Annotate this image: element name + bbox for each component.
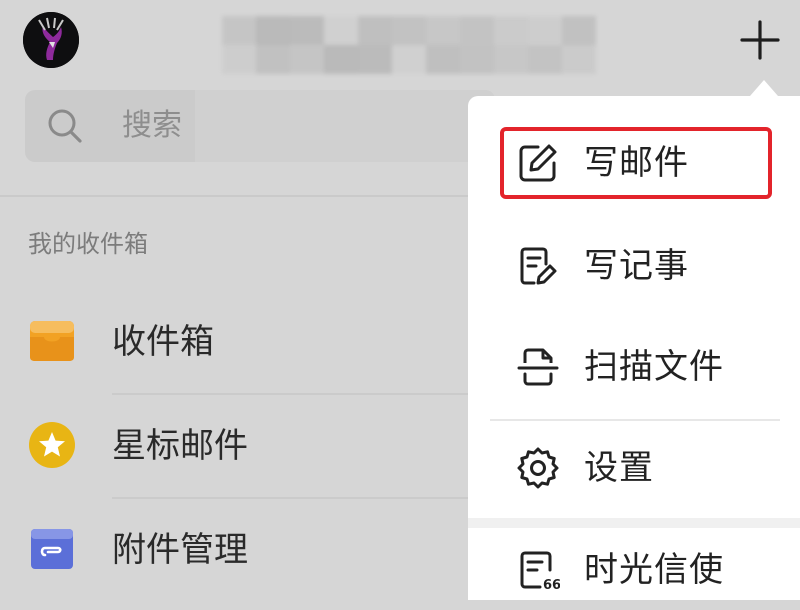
search-placeholder: 搜索 [122,108,182,143]
highlight-annotation-box [500,127,772,199]
attachment-folder-icon [28,525,76,573]
mosaic-tile [528,16,562,45]
section-title-my-mailboxes: 我的收件箱 [28,230,148,258]
mailbox-item-inbox[interactable]: 收件箱 [0,292,470,396]
mosaic-tile [460,45,494,74]
mosaic-tile [426,45,460,74]
time-letter-icon: 66 [516,548,560,592]
search-field-blurred [195,90,495,162]
svg-text:66: 66 [543,578,560,592]
mosaic-tile [392,16,426,45]
mosaic-tile [256,16,290,45]
menu-divider [490,419,780,421]
mailbox-label: 附件管理 [112,530,248,570]
mosaic-tile [256,45,290,74]
account-name-blurred [222,16,596,74]
mosaic-tile [494,45,528,74]
mosaic-tile [324,45,358,74]
mosaic-tile [222,45,256,74]
header-divider [0,195,470,197]
mailbox-label: 收件箱 [112,322,214,362]
menu-item-settings[interactable]: 设置 [468,428,800,508]
mosaic-tile [290,45,324,74]
mosaic-tile [426,16,460,45]
list-divider [112,393,470,395]
note-edit-icon [516,244,560,288]
mailbox-item-starred[interactable]: 星标邮件 [0,396,470,500]
gear-icon [516,446,560,490]
popup-arrow [750,80,778,96]
search-bar[interactable]: 搜索 [25,90,495,162]
menu-item-label: 时光信使 [584,550,724,590]
plus-icon [740,20,780,60]
mosaic-tile [358,16,392,45]
mosaic-tile [392,45,426,74]
mailbox-label: 星标邮件 [112,426,248,466]
mosaic-tile [324,16,358,45]
app-header [0,0,800,90]
menu-item-label: 设置 [584,448,654,488]
scan-document-icon [516,345,560,389]
inbox-tray-icon [28,317,76,365]
mailbox-item-attachments[interactable]: 附件管理 [0,500,470,604]
list-divider [112,497,470,499]
mosaic-tile [290,16,324,45]
menu-item-time-messenger[interactable]: 66 时光信使 [468,530,800,610]
add-button[interactable] [736,16,784,64]
mosaic-tile [358,45,392,74]
mosaic-tile [562,45,596,74]
mosaic-tile [528,45,562,74]
mosaic-tile [460,16,494,45]
menu-item-label: 写记事 [584,246,689,286]
mosaic-tile [222,16,256,45]
mosaic-tile [494,16,528,45]
menu-item-scan-document[interactable]: 扫描文件 [468,327,800,407]
avatar[interactable] [23,12,79,68]
menu-group-gap [468,518,800,528]
search-icon [45,106,85,146]
star-badge-icon [28,421,76,469]
deer-logo-icon [23,12,79,68]
mosaic-tile [562,16,596,45]
menu-item-write-note[interactable]: 写记事 [468,226,800,306]
menu-item-label: 扫描文件 [584,347,724,387]
